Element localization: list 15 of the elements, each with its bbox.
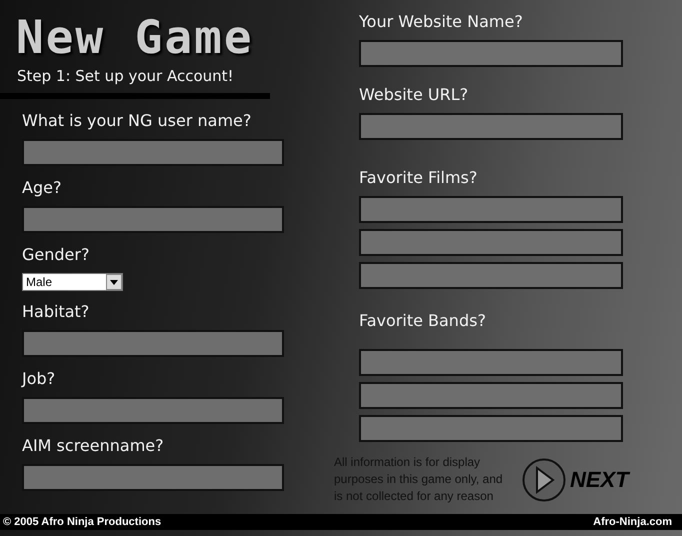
field-label: Gender? bbox=[22, 245, 90, 265]
field-label: Your Website Name? bbox=[359, 12, 524, 32]
step-subtitle: Step 1: Set up your Account! bbox=[17, 66, 235, 86]
field-label: Habitat? bbox=[22, 302, 90, 322]
field-label: Age? bbox=[22, 178, 62, 198]
field-label: Favorite Films? bbox=[359, 168, 478, 188]
copyright-text: © 2005 Afro Ninja Productions bbox=[3, 516, 162, 528]
field-label: What is your NG user name? bbox=[22, 111, 252, 131]
dropdown[interactable]: Male bbox=[22, 273, 123, 291]
field-label: AIM screenname? bbox=[22, 436, 164, 456]
field-label: Job? bbox=[22, 369, 56, 389]
game-title: New Game bbox=[16, 12, 255, 62]
site-link[interactable]: Afro-Ninja.com bbox=[593, 516, 672, 528]
field-label: Website URL? bbox=[359, 85, 470, 105]
field-label: Favorite Bands? bbox=[359, 311, 487, 331]
